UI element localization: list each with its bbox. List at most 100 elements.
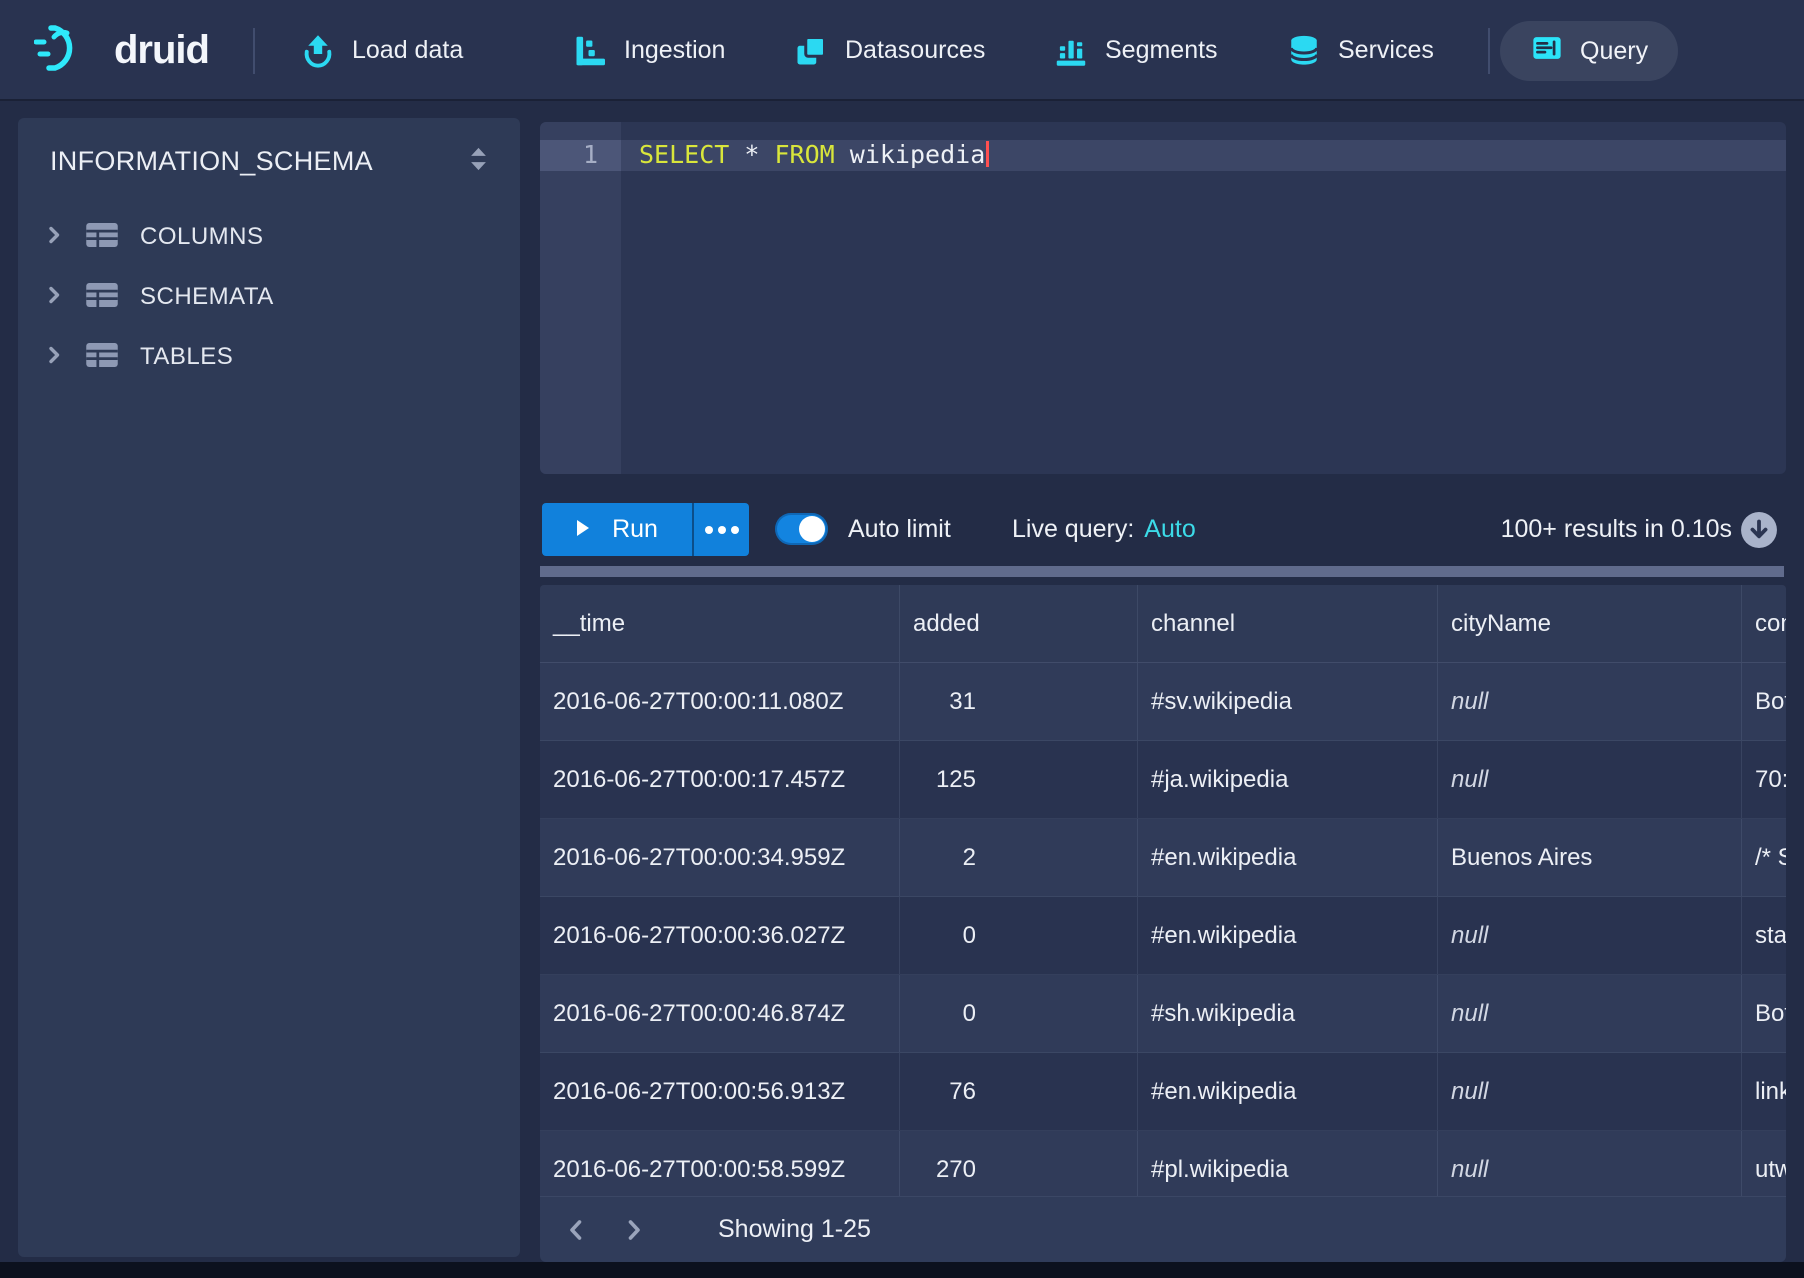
tree-item-tables[interactable]: TABLES	[18, 327, 520, 387]
cell-cityname[interactable]: null	[1438, 663, 1742, 740]
column-header-added[interactable]: added	[900, 585, 1138, 662]
nav-item-ingestion[interactable]: Ingestion	[572, 0, 725, 101]
nav-item-label: Services	[1338, 36, 1434, 65]
cell-added[interactable]: 31	[900, 663, 1138, 740]
cell-added[interactable]: 0	[900, 975, 1138, 1052]
pagination-bar: Showing 1-25	[540, 1196, 1786, 1262]
tree-item-label: COLUMNS	[140, 223, 264, 251]
results-info: 100+ results in 0.10s	[1501, 503, 1732, 556]
nav-item-label: Datasources	[845, 36, 985, 65]
table-row[interactable]: 2016-06-27T00:00:58.599Z 270 #pl.wikiped…	[540, 1131, 1786, 1196]
tree-item-columns[interactable]: COLUMNS	[18, 207, 520, 267]
nav-divider	[1488, 28, 1490, 74]
cell-comment[interactable]: Bot	[1742, 975, 1786, 1052]
column-header-cityname[interactable]: cityName	[1438, 585, 1742, 662]
cell-channel[interactable]: #sv.wikipedia	[1138, 663, 1438, 740]
sql-star: *	[744, 140, 759, 169]
play-icon	[576, 515, 590, 544]
next-page-button[interactable]	[612, 1208, 656, 1252]
nav-item-segments[interactable]: Segments	[1053, 0, 1218, 101]
chevron-right-icon[interactable]	[44, 284, 64, 311]
cell-time[interactable]: 2016-06-27T00:00:56.913Z	[540, 1053, 900, 1130]
table-row[interactable]: 2016-06-27T00:00:11.080Z 31 #sv.wikipedi…	[540, 663, 1786, 741]
nav-item-services[interactable]: Services	[1286, 0, 1434, 101]
sql-editor[interactable]: 1 SELECT * FROM wikipedia	[540, 122, 1786, 474]
live-query-label: Live query:	[1012, 515, 1134, 543]
cell-channel[interactable]: #en.wikipedia	[1138, 897, 1438, 974]
cell-time[interactable]: 2016-06-27T00:00:17.457Z	[540, 741, 900, 818]
nav-divider	[253, 28, 255, 74]
sql-keyword: FROM	[775, 140, 835, 169]
horizontal-scrollbar[interactable]	[540, 566, 1784, 577]
cell-added[interactable]: 0	[900, 897, 1138, 974]
run-button-label: Run	[612, 515, 658, 544]
cell-cityname[interactable]: null	[1438, 1131, 1742, 1196]
results-header-row: __time added channel cityName comment	[540, 585, 1786, 663]
live-query[interactable]: Live query:Auto	[1012, 503, 1196, 556]
schema-header: INFORMATION_SCHEMA	[18, 118, 520, 177]
table-icon	[84, 340, 120, 375]
cell-comment[interactable]: link	[1742, 1053, 1786, 1130]
chevron-right-icon[interactable]	[44, 224, 64, 251]
cell-cityname[interactable]: null	[1438, 975, 1742, 1052]
column-header-comment[interactable]: comment	[1742, 585, 1786, 662]
previous-page-button[interactable]	[554, 1208, 598, 1252]
results-viewport: __time added channel cityName comment 20…	[540, 585, 1786, 1196]
double-caret-vertical-icon[interactable]	[469, 146, 488, 177]
nav-item-label: Load data	[352, 36, 463, 65]
cell-comment[interactable]: 70:	[1742, 741, 1786, 818]
nav-item-label: Query	[1580, 37, 1648, 66]
cell-time[interactable]: 2016-06-27T00:00:34.959Z	[540, 819, 900, 896]
nav-item-datasources[interactable]: Datasources	[793, 0, 985, 101]
table-row[interactable]: 2016-06-27T00:00:17.457Z 125 #ja.wikiped…	[540, 741, 1786, 819]
auto-limit-label: Auto limit	[848, 503, 951, 556]
table-icon	[84, 280, 120, 315]
sql-text[interactable]: SELECT * FROM wikipedia	[639, 140, 989, 171]
cell-added[interactable]: 2	[900, 819, 1138, 896]
cell-added[interactable]: 270	[900, 1131, 1138, 1196]
cell-time[interactable]: 2016-06-27T00:00:36.027Z	[540, 897, 900, 974]
cell-channel[interactable]: #ja.wikipedia	[1138, 741, 1438, 818]
line-number: 1	[540, 140, 598, 171]
run-more-button[interactable]	[692, 503, 749, 556]
cell-channel[interactable]: #en.wikipedia	[1138, 819, 1438, 896]
tree-item-label: SCHEMATA	[140, 283, 274, 311]
brand-name: druid	[114, 28, 209, 73]
column-header-time[interactable]: __time	[540, 585, 900, 662]
table-row[interactable]: 2016-06-27T00:00:34.959Z 2 #en.wikipedia…	[540, 819, 1786, 897]
column-header-channel[interactable]: channel	[1138, 585, 1438, 662]
cell-comment[interactable]: Bot	[1742, 663, 1786, 740]
cell-cityname[interactable]: Buenos Aires	[1438, 819, 1742, 896]
nav-item-query[interactable]: Query	[1500, 21, 1678, 81]
auto-limit-toggle[interactable]	[775, 513, 828, 545]
cell-cityname[interactable]: null	[1438, 741, 1742, 818]
table-icon	[84, 220, 120, 255]
table-row[interactable]: 2016-06-27T00:00:56.913Z 76 #en.wikipedi…	[540, 1053, 1786, 1131]
tree-item-schemata[interactable]: SCHEMATA	[18, 267, 520, 327]
cell-channel[interactable]: #pl.wikipedia	[1138, 1131, 1438, 1196]
top-nav: druid Load data Ingestion	[0, 0, 1804, 101]
schema-tree: COLUMNS SCHEMATA	[18, 207, 520, 387]
table-row[interactable]: 2016-06-27T00:00:36.027Z 0 #en.wikipedia…	[540, 897, 1786, 975]
cell-channel[interactable]: #sh.wikipedia	[1138, 975, 1438, 1052]
ingestion-icon	[572, 33, 608, 69]
download-results-button[interactable]	[1740, 511, 1778, 549]
druid-logo[interactable]: druid	[34, 0, 209, 101]
run-button[interactable]: Run	[542, 503, 692, 556]
cell-added[interactable]: 76	[900, 1053, 1138, 1130]
cell-time[interactable]: 2016-06-27T00:00:46.874Z	[540, 975, 900, 1052]
results-panel: __time added channel cityName comment 20…	[540, 585, 1786, 1262]
cell-comment[interactable]: stat	[1742, 897, 1786, 974]
cell-time[interactable]: 2016-06-27T00:00:11.080Z	[540, 663, 900, 740]
nav-item-load-data[interactable]: Load data	[300, 0, 463, 101]
cell-cityname[interactable]: null	[1438, 897, 1742, 974]
chevron-right-icon[interactable]	[44, 344, 64, 371]
cell-comment[interactable]: utw	[1742, 1131, 1786, 1196]
nav-item-label: Segments	[1105, 36, 1218, 65]
cell-added[interactable]: 125	[900, 741, 1138, 818]
cell-time[interactable]: 2016-06-27T00:00:58.599Z	[540, 1131, 900, 1196]
cell-comment[interactable]: /* S	[1742, 819, 1786, 896]
cell-channel[interactable]: #en.wikipedia	[1138, 1053, 1438, 1130]
table-row[interactable]: 2016-06-27T00:00:46.874Z 0 #sh.wikipedia…	[540, 975, 1786, 1053]
cell-cityname[interactable]: null	[1438, 1053, 1742, 1130]
